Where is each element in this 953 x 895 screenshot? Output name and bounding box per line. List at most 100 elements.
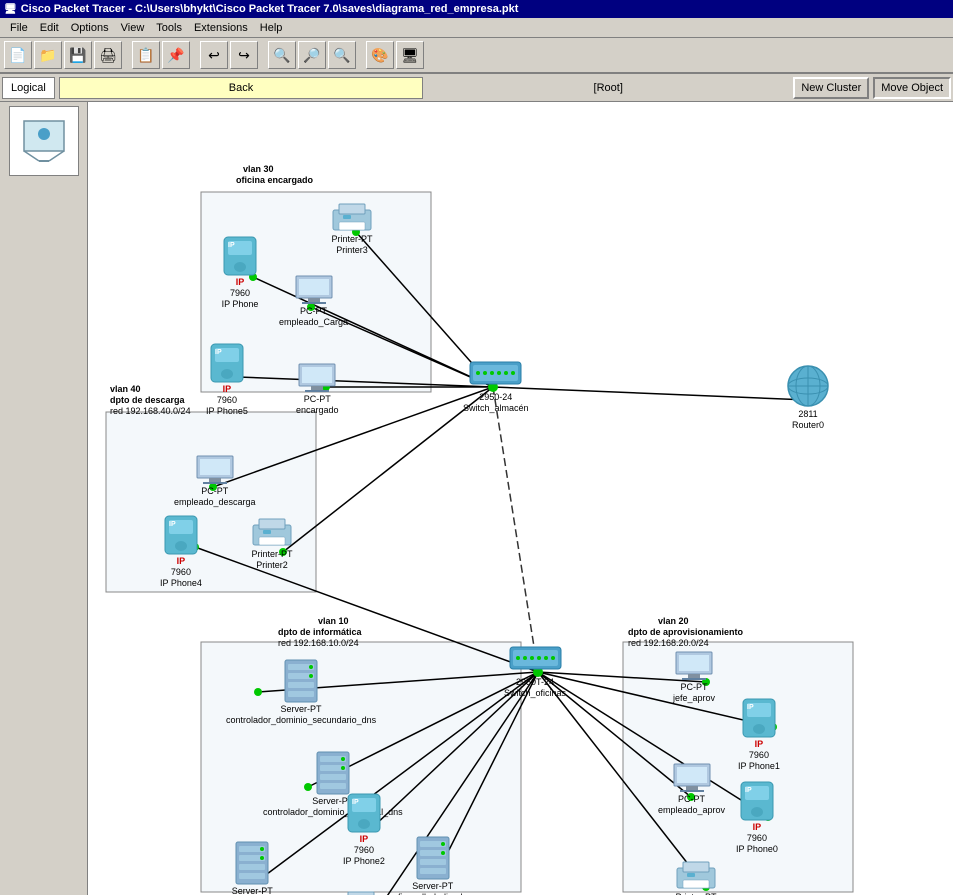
phone0-label: IP 7960 IP Phone0: [736, 822, 778, 854]
toolbar-open[interactable]: 📁: [34, 41, 62, 69]
cluster-vlan30-label2: oficina encargado: [236, 175, 313, 185]
phone2-node[interactable]: IP IP 7960 IP Phone2: [343, 792, 385, 866]
menu-options[interactable]: Options: [65, 22, 115, 34]
app-icon: 🖥: [4, 4, 17, 15]
title-text: Cisco Packet Tracer - C:\Users\bhykt\Cis…: [21, 3, 519, 15]
printer2-label: Printer-PT Printer2: [251, 549, 292, 571]
phone5-node[interactable]: IP IP 7960 IP Phone5: [206, 342, 248, 416]
phone4-node[interactable]: IP IP 7960 IP Phone4: [160, 514, 202, 588]
toolbar-copy[interactable]: 📋: [132, 41, 160, 69]
phone1-node[interactable]: IP IP 7960 IP Phone1: [738, 697, 780, 771]
server-firewall-icon: [415, 835, 451, 881]
menu-file[interactable]: File: [4, 22, 34, 34]
printer0-node[interactable]: Printer-PT Printer0: [675, 860, 717, 895]
svg-text:IP: IP: [169, 521, 176, 528]
pc-empleado-aprov-node[interactable]: PC-PT empleado_aprov: [658, 762, 725, 816]
switch-almacen-node[interactable]: 2950-24 Switch_almacén: [463, 357, 529, 414]
menu-view[interactable]: View: [115, 22, 151, 34]
switch-almacen-icon: [468, 357, 523, 392]
router0-node[interactable]: 2811 Router0: [783, 364, 833, 431]
toolbar-device[interactable]: 🖥: [396, 41, 424, 69]
server-firewall-label: Server-PT firewall_dedicado: [398, 881, 468, 895]
toolbar-zoom-out[interactable]: 🔍: [328, 41, 356, 69]
left-panel: [0, 102, 88, 895]
pc-empleado-aprov-label: PC-PT empleado_aprov: [658, 794, 725, 816]
canvas-area[interactable]: vlan 30 oficina encargado vlan 40 dpto d…: [88, 102, 953, 895]
printer1-node[interactable]: Printer-PT Printer1: [340, 890, 382, 895]
phone0-node[interactable]: IP IP 7960 IP Phone0: [736, 780, 778, 854]
toolbar-undo[interactable]: ↩: [200, 41, 228, 69]
toolbar-save[interactable]: 💾: [64, 41, 92, 69]
router0-icon: [783, 364, 833, 409]
phone4-label: IP 7960 IP Phone4: [160, 556, 202, 588]
phone5-label: IP 7960 IP Phone5: [206, 384, 248, 416]
printer1-icon: [340, 890, 382, 895]
switch-oficinas-icon: [508, 642, 563, 677]
pc-jefe-aprov-node[interactable]: PC-PT jefe_aprov: [673, 650, 715, 704]
toolbar-redo[interactable]: ↪: [230, 41, 258, 69]
nav-move-object-button[interactable]: Move Object: [873, 77, 951, 99]
toolbar-new[interactable]: 📄: [4, 41, 32, 69]
phone5-icon: IP: [208, 342, 246, 384]
nav-back-button[interactable]: Back: [59, 77, 423, 99]
nav-root: [Root]: [427, 80, 789, 96]
phone-almacen-node[interactable]: IP IP 7960 IP Phone: [221, 235, 259, 309]
server-ftp-label: Server-PT servidor_ftp_mail: [218, 886, 287, 895]
svg-text:IP: IP: [228, 242, 235, 249]
phone-almacen-label: IP 7960 IP Phone: [222, 277, 259, 309]
switch-oficinas-label: 2950T-24 Switch_oficinas: [504, 677, 566, 699]
printer2-node[interactable]: Printer-PT Printer2: [251, 517, 293, 571]
menu-help[interactable]: Help: [254, 22, 289, 34]
toolbar-paste[interactable]: 📌: [162, 41, 190, 69]
title-bar: 🖥 Cisco Packet Tracer - C:\Users\bhykt\C…: [0, 0, 953, 18]
router0-label: 2811 Router0: [792, 409, 824, 431]
cluster-vlan40-label1: vlan 40: [110, 384, 141, 394]
toolbar-print[interactable]: 🖨: [94, 41, 122, 69]
pc-descarga-node[interactable]: PC-PT empleado_descarga: [174, 454, 256, 508]
toolbar-zoom-in[interactable]: 🔍: [268, 41, 296, 69]
nav-logical[interactable]: Logical: [2, 77, 55, 99]
pc-encargado-icon: [297, 362, 337, 394]
pc-encargado-label: PC-PT encargado: [296, 394, 339, 416]
printer0-icon: [675, 860, 717, 892]
server-ftp-icon: [234, 840, 270, 886]
pc-jefe-aprov-label: PC-PT jefe_aprov: [673, 682, 715, 704]
toolbar-palette[interactable]: 🎨: [366, 41, 394, 69]
left-panel-icon: [9, 106, 79, 176]
menu-edit[interactable]: Edit: [34, 22, 65, 34]
cluster-vlan20-label2: dpto de aprovisionamiento: [628, 627, 743, 637]
phone2-label: IP 7960 IP Phone2: [343, 834, 385, 866]
server-firewall-node[interactable]: Server-PT firewall_dedicado: [398, 835, 468, 895]
pc-descarga-label: PC-PT empleado_descarga: [174, 486, 256, 508]
pc-jefe-aprov-icon: [674, 650, 714, 682]
printer2-icon: [251, 517, 293, 549]
pc-carga-node[interactable]: PC-PT empleado_Carga: [279, 274, 348, 328]
cluster-vlan20-label1: vlan 20: [658, 616, 689, 626]
server-dns-pri-icon: [315, 750, 351, 796]
phone1-label: IP 7960 IP Phone1: [738, 739, 780, 771]
server-ftp-node[interactable]: Server-PT servidor_ftp_mail: [218, 840, 287, 895]
pc-empleado-aprov-icon: [672, 762, 712, 794]
cluster-vlan30-label1: vlan 30: [243, 164, 274, 174]
cluster-vlan10-label1: vlan 10: [318, 616, 349, 626]
printer3-icon: [331, 202, 373, 234]
nav-new-cluster-button[interactable]: New Cluster: [793, 77, 869, 99]
phone0-icon: IP: [738, 780, 776, 822]
pc-descarga-icon: [195, 454, 235, 486]
svg-text:IP: IP: [747, 704, 754, 711]
switch-oficinas-node[interactable]: 2950T-24 Switch_oficinas: [504, 642, 566, 699]
server-dns-sec-node[interactable]: Server-PT controlador_dominio_secundario…: [226, 658, 376, 726]
nav-bar: Logical Back [Root] New Cluster Move Obj…: [0, 74, 953, 102]
server-dns-sec-icon: [283, 658, 319, 704]
server-dns-sec-label: Server-PT controlador_dominio_secundario…: [226, 704, 376, 726]
menu-bar: File Edit Options View Tools Extensions …: [0, 18, 953, 38]
toolbar-zoom-reset[interactable]: 🔎: [298, 41, 326, 69]
printer3-node[interactable]: Printer-PT Printer3: [331, 202, 373, 256]
svg-text:IP: IP: [215, 349, 222, 356]
switch-almacen-label: 2950-24 Switch_almacén: [463, 392, 529, 414]
menu-tools[interactable]: Tools: [150, 22, 188, 34]
menu-extensions[interactable]: Extensions: [188, 22, 254, 34]
svg-text:IP: IP: [352, 799, 359, 806]
pc-encargado-node[interactable]: PC-PT encargado: [296, 362, 339, 416]
phone1-icon: IP: [740, 697, 778, 739]
